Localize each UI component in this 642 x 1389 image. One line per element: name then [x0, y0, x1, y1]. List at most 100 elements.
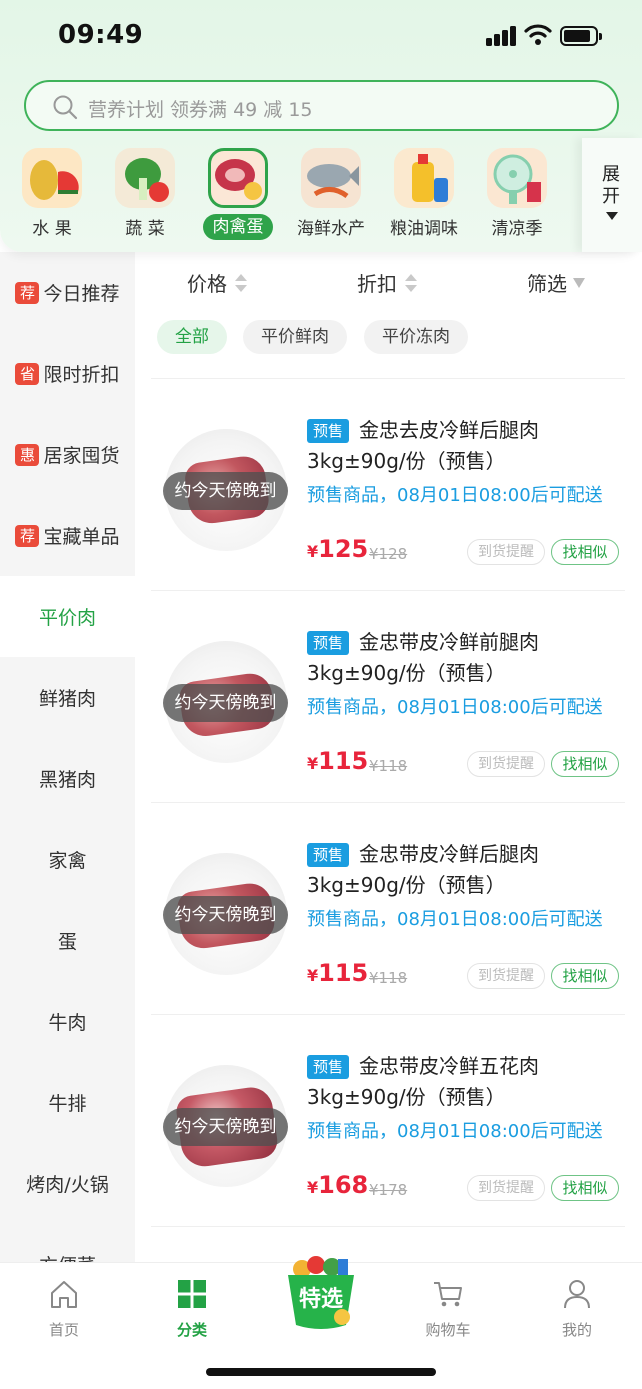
presale-tag: 预售 — [307, 631, 350, 655]
price-value: 125 — [318, 535, 369, 563]
sidebar-item-label: 家禽 — [48, 850, 87, 872]
delivery-eta-badge: 约今天傍晚到 — [163, 896, 288, 934]
triangle-down-icon — [606, 212, 618, 220]
sidebar-item-steak[interactable]: 牛排 — [0, 1062, 135, 1143]
featured-label: 特选 — [298, 1287, 343, 1312]
currency-symbol: ¥ — [307, 966, 319, 985]
chip-budget-frozen[interactable]: 平价冻肉 — [364, 320, 468, 354]
recommend-tag: 荐 — [15, 524, 40, 547]
sidebar-item-eggs[interactable]: 蛋 — [0, 900, 135, 981]
expand-categories-button[interactable]: 展开 — [582, 138, 642, 252]
filter-label: 筛选 — [527, 272, 567, 296]
chip-all[interactable]: 全部 — [157, 320, 227, 354]
category-meat-egg[interactable]: 肉禽蛋 — [192, 144, 284, 244]
category-grain-oil[interactable]: 粮油调味 — [378, 144, 470, 244]
presale-tag: 预售 — [307, 419, 350, 443]
sidebar-item-fresh-pork[interactable]: 鲜猪肉 — [0, 657, 135, 738]
sidebar-item-label: 烤肉/火锅 — [26, 1174, 109, 1196]
find-similar-button[interactable]: 找相似 — [551, 963, 619, 989]
price-value: 168 — [318, 1171, 369, 1199]
tab-home[interactable]: 首页 — [19, 1277, 109, 1347]
search-icon — [53, 95, 78, 120]
restock-notify-button[interactable]: 到货提醒 — [467, 1175, 545, 1201]
cellular-signal-icon — [486, 24, 518, 46]
product-price: ¥125 — [307, 535, 368, 563]
presale-tag: 预售 — [307, 843, 350, 867]
product-card[interactable]: 约今天傍晚到 金忠去皮冷鲜后腿肉3kg±90g/份（预售） 预售 预售商品，08… — [151, 378, 625, 590]
product-title: 金忠带皮冷鲜后腿肉3kg±90g/份（预售） — [307, 842, 539, 897]
chip-budget-fresh[interactable]: 平价鲜肉 — [243, 320, 347, 354]
restock-notify-button[interactable]: 到货提醒 — [467, 539, 545, 565]
category-label: 清凉季 — [491, 219, 543, 239]
status-bar: 09:49 — [0, 0, 642, 72]
tab-category[interactable]: 分类 — [147, 1277, 237, 1347]
currency-symbol: ¥ — [307, 1178, 319, 1197]
sort-arrows-icon — [235, 272, 247, 294]
sidebar-item-today[interactable]: 荐今日推荐 — [0, 252, 135, 333]
tab-profile[interactable]: 我的 — [532, 1277, 622, 1347]
sidebar-item-poultry[interactable]: 家禽 — [0, 819, 135, 900]
home-indicator — [206, 1368, 436, 1376]
category-strip: 水 果 蔬 菜 肉禽蛋 海鲜水产 粮油调味 清凉季 — [0, 144, 582, 244]
category-vegetables[interactable]: 蔬 菜 — [99, 144, 191, 244]
restock-notify-button[interactable]: 到货提醒 — [467, 751, 545, 777]
tab-label: 首页 — [48, 1321, 79, 1339]
category-fruit[interactable]: 水 果 — [6, 144, 98, 244]
durian-watermelon-icon — [22, 148, 82, 208]
battery-icon — [560, 26, 602, 46]
sidebar-item-label: 牛肉 — [48, 1012, 87, 1034]
presale-note: 预售商品，08月01日08:00后可配送 — [307, 909, 603, 930]
filter-button[interactable]: 筛选 — [527, 268, 585, 297]
currency-symbol: ¥ — [307, 754, 319, 773]
sort-price-label: 价格 — [187, 272, 227, 296]
product-card[interactable]: 约今天傍晚到 金忠带皮冷鲜五花肉3kg±90g/份（预售） 预售 预售商品，08… — [151, 1014, 625, 1226]
sidebar-item-beef[interactable]: 牛肉 — [0, 981, 135, 1062]
presale-note: 预售商品，08月01日08:00后可配送 — [307, 485, 603, 506]
sidebar-item-black-pork[interactable]: 黑猪肉 — [0, 738, 135, 819]
search-input[interactable]: 营养计划 领券满 49 减 15 — [24, 80, 619, 131]
original-price: ¥118 — [369, 757, 408, 775]
find-similar-button[interactable]: 找相似 — [551, 539, 619, 565]
tab-label: 我的 — [561, 1321, 592, 1339]
sidebar-item-label: 黑猪肉 — [38, 769, 96, 791]
sidebar-item-discount[interactable]: 省限时折扣 — [0, 333, 135, 414]
meat-icon — [208, 148, 268, 208]
sidebar-item-label: 牛排 — [48, 1093, 87, 1115]
find-similar-button[interactable]: 找相似 — [551, 1175, 619, 1201]
recommend-tag: 荐 — [15, 281, 40, 304]
tab-label: 购物车 — [425, 1321, 471, 1339]
oil-bottle-icon — [394, 148, 454, 208]
sidebar-item-ready-meals[interactable]: 方便菜 — [0, 1224, 135, 1262]
category-label: 粮油调味 — [390, 219, 458, 239]
category-seafood[interactable]: 海鲜水产 — [285, 144, 377, 244]
sidebar-item-label: 居家囤货 — [43, 445, 120, 467]
featured-basket-icon[interactable]: 特选 — [282, 1255, 360, 1335]
product-card[interactable]: 约今天傍晚到 金忠带皮冷鲜后腿肉3kg±90g/份（预售） 预售 预售商品，08… — [151, 802, 625, 1014]
price-value: 115 — [318, 959, 369, 987]
tab-cart[interactable]: 购物车 — [403, 1277, 493, 1347]
sidebar-item-label: 方便菜 — [39, 1251, 96, 1262]
sidebar-item-budget-meat[interactable]: 平价肉 — [0, 576, 135, 657]
find-similar-button[interactable]: 找相似 — [551, 751, 619, 777]
product-card[interactable]: 约今天傍晚到 金忠带皮冷鲜前腿肉3kg±90g/份（预售） 预售 预售商品，08… — [151, 590, 625, 802]
status-time: 09:49 — [58, 20, 144, 50]
save-tag: 省 — [15, 362, 40, 385]
sidebar-item-label: 鲜猪肉 — [38, 688, 96, 710]
product-divider — [151, 1226, 625, 1262]
product-title: 金忠带皮冷鲜前腿肉3kg±90g/份（预售） — [307, 630, 539, 685]
sidebar-item-treasure[interactable]: 荐宝藏单品 — [0, 495, 135, 576]
fan-icon — [487, 148, 547, 208]
sidebar-item-bbq-hotpot[interactable]: 烤肉/火锅 — [0, 1143, 135, 1224]
profile-icon — [564, 1280, 590, 1309]
sort-discount-button[interactable]: 折扣 — [357, 268, 417, 297]
sort-price-button[interactable]: 价格 — [187, 268, 247, 297]
category-summer[interactable]: 清凉季 — [471, 144, 563, 244]
price-value: 115 — [318, 747, 369, 775]
delivery-eta-badge: 约今天傍晚到 — [163, 1108, 288, 1146]
sidebar-item-stockup[interactable]: 惠居家囤货 — [0, 414, 135, 495]
category-label: 海鲜水产 — [297, 219, 365, 239]
sidebar-item-label: 宝藏单品 — [43, 526, 120, 548]
sort-discount-label: 折扣 — [357, 272, 397, 296]
category-label: 肉禽蛋 — [203, 214, 273, 240]
restock-notify-button[interactable]: 到货提醒 — [467, 963, 545, 989]
